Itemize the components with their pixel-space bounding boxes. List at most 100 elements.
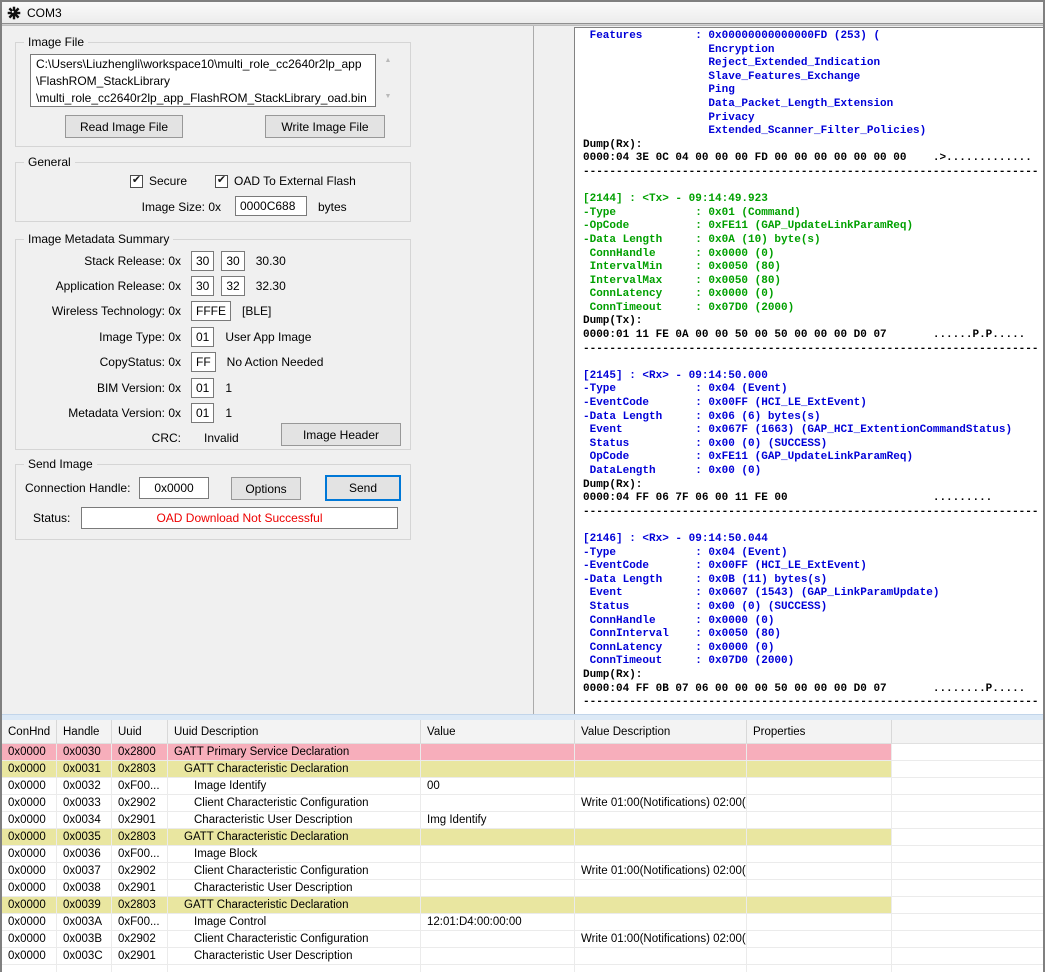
table-cell: Characteristic User Description bbox=[168, 880, 421, 897]
table-cell bbox=[747, 761, 892, 778]
table-row[interactable]: 0x0000 0x003B 0x2902 Client Characteristic … bbox=[2, 931, 1043, 948]
image-file-path-input[interactable]: C:\Users\Liuzhengli\workspace10\multi_ro… bbox=[30, 54, 376, 107]
secure-checkbox[interactable]: ✔ Secure bbox=[130, 174, 187, 188]
oad-external-flash-checkbox-box[interactable]: ✔ bbox=[215, 174, 228, 188]
metadata-row-note: No Action Needed bbox=[226, 355, 324, 370]
table-cell: 0x2901 bbox=[112, 948, 168, 965]
image-size-input[interactable]: 0000C688 bbox=[235, 196, 307, 216]
column-header[interactable]: ConHnd bbox=[2, 720, 57, 744]
log-line: ----------------------------------------… bbox=[583, 165, 1039, 178]
log-line: Ping bbox=[583, 84, 735, 97]
log-line: Event : 0x067F (1663) (GAP_HCI_Extention… bbox=[583, 424, 1013, 437]
table-row[interactable]: 0x0000 0x0037 0x2902 Client Characteristic … bbox=[2, 863, 1043, 880]
metadata-row: Stack Release: 0x 30 30 30.30 bbox=[24, 248, 402, 273]
options-button[interactable]: Options bbox=[231, 477, 301, 500]
table-cell bbox=[747, 880, 892, 897]
title-bar[interactable]: COM3 bbox=[2, 2, 1043, 23]
crc-value: Invalid bbox=[204, 431, 239, 446]
metadata-row-note: 1 bbox=[225, 380, 233, 395]
table-row[interactable] bbox=[2, 965, 1043, 972]
metadata-value-input[interactable]: FFFE bbox=[191, 301, 231, 322]
table-cell: Image Control bbox=[168, 914, 421, 931]
image-header-button[interactable]: Image Header bbox=[281, 423, 401, 446]
table-cell: 0xF00... bbox=[112, 846, 168, 863]
log-line: Slave_Features_Exchange bbox=[583, 70, 861, 83]
table-cell bbox=[747, 846, 892, 863]
column-header[interactable]: Handle bbox=[57, 720, 112, 744]
table-cell: 0x0035 bbox=[57, 829, 112, 846]
table-row[interactable]: 0x0000 0x0031 0x2803 GATT Characteristic De… bbox=[2, 761, 1043, 778]
write-image-file-button[interactable]: Write Image File bbox=[265, 115, 385, 138]
general-group-label: General bbox=[24, 155, 75, 169]
log-line: -EventCode : 0x00FF (HCI_LE_ExtEvent) bbox=[583, 397, 867, 410]
metadata-row-note: [BLE] bbox=[242, 304, 272, 319]
table-row[interactable]: 0x0000 0x0038 0x2901 Characteristic User De… bbox=[2, 880, 1043, 897]
send-button[interactable]: Send bbox=[325, 475, 401, 501]
table-cell bbox=[575, 948, 747, 965]
metadata-value-input[interactable]: 30 bbox=[191, 276, 215, 297]
table-cell-filler bbox=[892, 829, 1043, 846]
table-cell: 0xF00... bbox=[112, 778, 168, 795]
scroll-down-icon[interactable]: ▼ bbox=[382, 93, 394, 100]
send-image-group: Send Image Connection Handle: 0x0000 Opt… bbox=[15, 457, 411, 540]
metadata-row-label: Image Type: 0x bbox=[99, 329, 181, 344]
column-header[interactable]: Value Description bbox=[575, 720, 747, 744]
read-image-file-button[interactable]: Read Image File bbox=[65, 115, 183, 138]
table-row[interactable]: 0x0000 0x003A 0xF00... Image Control 12:01:D… bbox=[2, 914, 1043, 931]
table-cell: 0x003C bbox=[57, 948, 112, 965]
table-row[interactable]: 0x0000 0x0036 0xF00... Image Block bbox=[2, 846, 1043, 863]
table-cell: 0x0000 bbox=[2, 778, 57, 795]
column-header[interactable]: Value bbox=[421, 720, 575, 744]
table-cell bbox=[575, 744, 747, 761]
metadata-value-input[interactable]: 30 bbox=[191, 250, 215, 271]
table-cell bbox=[575, 812, 747, 829]
metadata-value-input[interactable]: 01 bbox=[191, 403, 215, 424]
scroll-up-icon[interactable]: ▲ bbox=[382, 57, 394, 64]
table-row[interactable]: 0x0000 0x0030 0x2800 GATT Primary Service D… bbox=[2, 744, 1043, 761]
metadata-group-label: Image Metadata Summary bbox=[24, 232, 174, 246]
metadata-value-input[interactable]: 01 bbox=[191, 377, 215, 398]
table-cell bbox=[747, 795, 892, 812]
table-cell bbox=[747, 829, 892, 846]
log-line: Dump(Rx): bbox=[583, 138, 643, 151]
table-row[interactable]: 0x0000 0x0039 0x2803 GATT Characteristic De… bbox=[2, 897, 1043, 914]
column-header[interactable]: Uuid Description bbox=[168, 720, 421, 744]
metadata-value-input[interactable]: 30 bbox=[221, 250, 245, 271]
table-cell-filler bbox=[892, 761, 1043, 778]
table-cell: 0x003A bbox=[57, 914, 112, 931]
metadata-value-input[interactable]: FF bbox=[191, 352, 216, 373]
table-cell bbox=[421, 931, 575, 948]
hci-log[interactable]: Features : 0x00000000000000FD (253) ( En… bbox=[574, 27, 1044, 715]
table-row[interactable]: 0x0000 0x0032 0xF00... Image Identify 00 bbox=[2, 778, 1043, 795]
log-line: Data_Packet_Length_Extension bbox=[583, 97, 894, 110]
general-group: General ✔ Secure ✔ OAD To External Flash… bbox=[15, 155, 411, 222]
table-cell: 0x2901 bbox=[112, 880, 168, 897]
table-cell: 0x0033 bbox=[57, 795, 112, 812]
log-line: ConnLatency : 0x0000 (0) bbox=[583, 288, 775, 301]
secure-checkbox-box[interactable]: ✔ bbox=[130, 174, 143, 188]
log-line: 0000:04 FF 06 7F 06 00 11 FE 00 ........… bbox=[583, 492, 993, 505]
column-header[interactable]: Properties bbox=[747, 720, 892, 744]
column-header[interactable]: Uuid bbox=[112, 720, 168, 744]
metadata-value-input[interactable]: 01 bbox=[191, 326, 215, 347]
table-cell bbox=[421, 829, 575, 846]
connection-handle-input[interactable]: 0x0000 bbox=[139, 477, 209, 499]
table-cell-filler bbox=[892, 914, 1043, 931]
table-cell bbox=[575, 897, 747, 914]
app-icon bbox=[7, 6, 21, 19]
table-cell: 0x0000 bbox=[2, 829, 57, 846]
metadata-row-label: CopyStatus: 0x bbox=[99, 355, 181, 370]
table-cell bbox=[747, 812, 892, 829]
column-header-filler bbox=[892, 720, 1043, 744]
oad-external-flash-checkbox[interactable]: ✔ OAD To External Flash bbox=[215, 174, 356, 188]
table-row[interactable]: 0x0000 0x0034 0x2901 Characteristic User De… bbox=[2, 812, 1043, 829]
table-cell bbox=[421, 897, 575, 914]
table-cell: 0x0034 bbox=[57, 812, 112, 829]
table-row[interactable]: 0x0000 0x0035 0x2803 GATT Characteristic De… bbox=[2, 829, 1043, 846]
table-cell bbox=[747, 744, 892, 761]
table-row[interactable]: 0x0000 0x0033 0x2902 Client Characteristic … bbox=[2, 795, 1043, 812]
table-row[interactable]: 0x0000 0x003C 0x2901 Characteristic User De… bbox=[2, 948, 1043, 965]
metadata-value-input[interactable]: 32 bbox=[221, 276, 245, 297]
